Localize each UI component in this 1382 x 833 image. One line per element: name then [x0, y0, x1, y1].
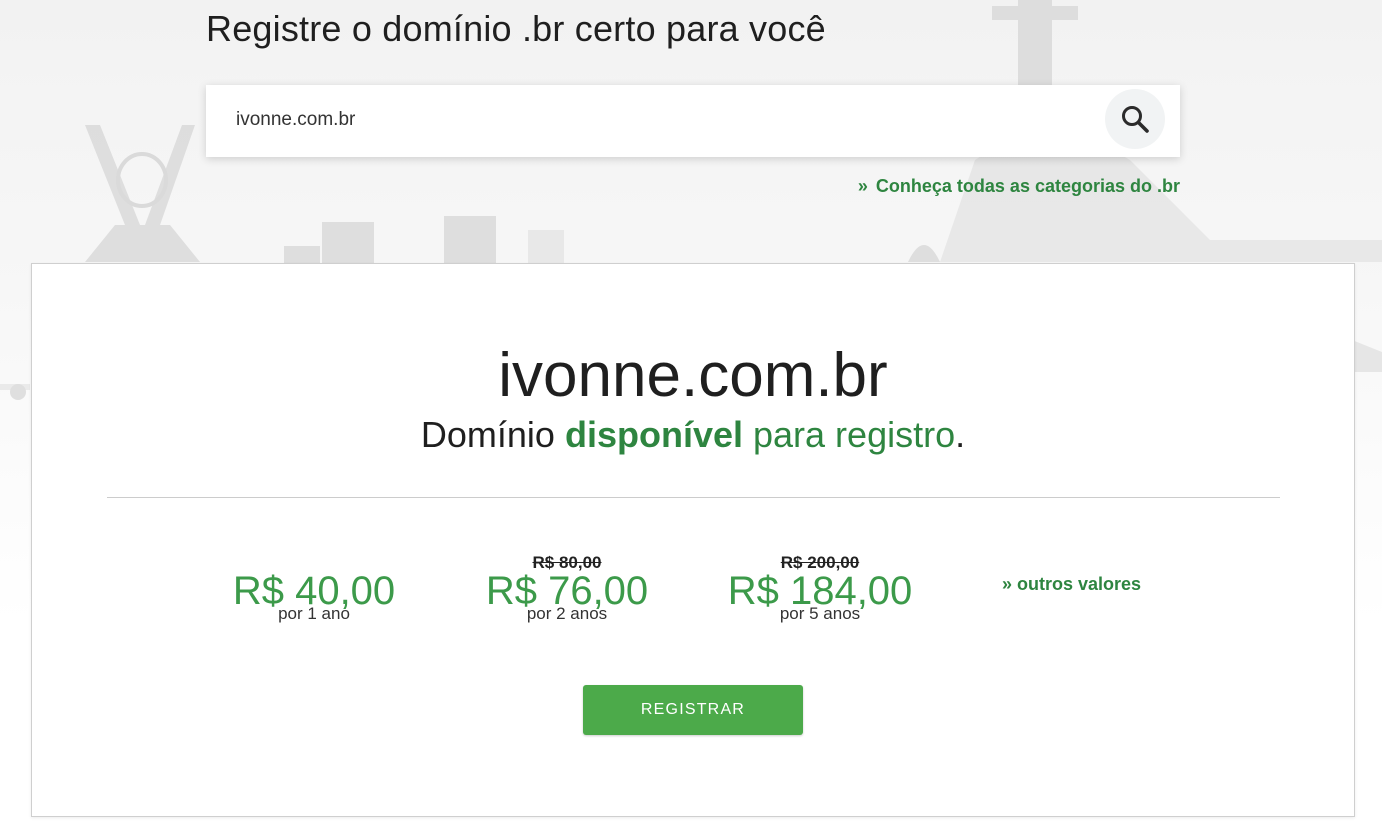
price-period: por 2 anos	[526, 604, 608, 623]
price-option-5-years[interactable]: R$ 200,00 R$ 184,00 por 5 anos	[720, 549, 920, 629]
status-end: .	[955, 414, 966, 455]
divider	[107, 497, 1280, 498]
result-domain-name: ivonne.com.br	[498, 341, 888, 410]
domain-search-box	[206, 85, 1180, 157]
price-option-1-year[interactable]: R$ 40,00 por 1 ano	[214, 549, 414, 629]
register-button[interactable]: REGISTRAR	[583, 685, 803, 735]
price-period: por 5 anos	[779, 604, 861, 623]
all-categories-link[interactable]: » Conheça todas as categorias do .br	[858, 176, 1180, 197]
search-button[interactable]	[1105, 89, 1165, 149]
price-period: por 1 ano	[278, 604, 350, 623]
status-available: disponível	[564, 414, 743, 455]
page-headline: Registre o domínio .br certo para você	[206, 8, 826, 49]
status-prefix: Domínio	[420, 414, 555, 455]
status-suffix: para registro	[753, 414, 956, 455]
domain-result-card: ivonne.com.br Domínio disponível para re…	[31, 263, 1355, 817]
price-option-2-years[interactable]: R$ 80,00 R$ 76,00 por 2 anos	[467, 549, 667, 629]
domain-search-input[interactable]	[236, 103, 1076, 137]
other-prices-link[interactable]: » outros valores	[1002, 574, 1141, 595]
search-icon	[1122, 106, 1149, 133]
chevron-double-right-icon: »	[857, 176, 868, 196]
all-categories-label: Conheça todas as categorias do .br	[875, 176, 1180, 196]
availability-status: Domínio disponível para registro.	[32, 414, 1354, 456]
